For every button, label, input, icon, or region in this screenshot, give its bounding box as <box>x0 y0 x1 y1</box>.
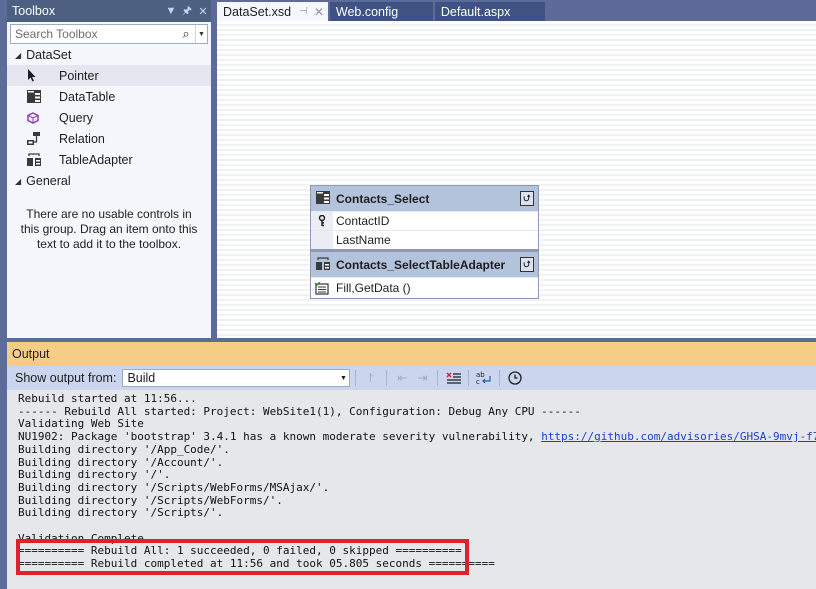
collapse-icon[interactable]: ⮍ <box>520 191 534 206</box>
toolbox-group-dataset[interactable]: ◢ DataSet <box>7 45 211 65</box>
pointer-icon <box>27 69 59 82</box>
toolbar-separator <box>468 370 470 386</box>
toolbox-search: ⌕ ▼ <box>10 24 208 44</box>
column-name: LastName <box>336 233 391 247</box>
toolbar-separator <box>499 370 501 386</box>
toolbar-separator <box>355 370 357 386</box>
empty-group-message: There are no usable controls in this gro… <box>20 207 198 251</box>
tableadapter-name: Contacts_SelectTableAdapter <box>336 257 506 272</box>
svg-text:c: c <box>476 378 480 385</box>
show-output-from-label: Show output from: <box>15 371 117 385</box>
group-label: DataSet <box>26 48 72 62</box>
toolbox-item-pointer[interactable]: Pointer <box>7 65 211 86</box>
output-title-bar: Output <box>7 342 816 366</box>
relation-icon <box>27 132 59 145</box>
column-row[interactable]: ContactID <box>311 211 538 230</box>
log-line: Building directory '/Scripts/'. <box>18 506 224 520</box>
search-options-dropdown-icon[interactable]: ▼ <box>195 25 207 43</box>
log-line: NU1902: Package 'bootstrap' 3.4.1 has a … <box>18 430 816 444</box>
close-tab-icon[interactable]: ✕ <box>314 5 324 19</box>
log-text: NU1902: Package 'bootstrap' 3.4.1 has a … <box>18 430 542 444</box>
pin-tab-icon[interactable]: ⊣ <box>299 6 308 17</box>
toolbox-title-bar: Toolbox ▼ 🖈︎ ✕ <box>7 0 211 22</box>
tab-web-config[interactable]: Web.config <box>329 2 433 21</box>
toolbox-item-datatable[interactable]: DataTable <box>7 86 211 107</box>
toolbox-item-tableadapter[interactable]: TableAdapter <box>7 149 211 170</box>
tableadapter-icon <box>316 256 330 273</box>
toolbox-title: Toolbox <box>12 4 56 18</box>
search-icon[interactable]: ⌕ <box>177 26 195 42</box>
datatable-icon <box>316 190 330 207</box>
toolbar-separator <box>437 370 439 386</box>
expanded-triangle-icon: ◢ <box>15 50 22 60</box>
tool-label: DataTable <box>59 89 116 104</box>
datatable-header[interactable]: Contacts_Select ⮍ <box>311 186 538 211</box>
tab-label: Default.aspx <box>440 4 511 19</box>
log-line: Building directory '/Scripts/WebForms/MS… <box>18 480 330 494</box>
column-row[interactable]: LastName <box>311 230 538 249</box>
clear-all-icon[interactable] <box>443 369 463 387</box>
log-line: Rebuild started at 11:56... <box>18 392 197 405</box>
window-position-dropdown-icon[interactable]: ▼ <box>163 5 179 17</box>
log-line: ​ <box>18 520 816 533</box>
output-panel: Output Show output from: Build ▼ ⨡ ⇤ ⇥ a… <box>7 342 816 589</box>
query-method-icon <box>311 278 333 298</box>
tool-label: TableAdapter <box>59 152 133 167</box>
close-icon[interactable]: ✕ <box>195 5 211 18</box>
method-name: Fill,GetData () <box>336 281 411 295</box>
tableadapter-header[interactable]: Contacts_SelectTableAdapter ⮍ <box>311 252 538 277</box>
toolbox-item-relation[interactable]: Relation <box>7 128 211 149</box>
tab-default-aspx[interactable]: Default.aspx <box>434 2 545 21</box>
query-icon <box>27 111 59 124</box>
find-message-in-code-icon[interactable]: ⨡ <box>361 369 381 387</box>
next-message-icon[interactable]: ⇥ <box>412 369 432 387</box>
toolbox-search-input[interactable] <box>11 27 177 41</box>
collapse-icon[interactable]: ⮍ <box>520 257 534 272</box>
pin-icon[interactable]: 🖈︎ <box>179 2 195 21</box>
tableadapter-icon <box>27 153 59 166</box>
timestamp-clock-icon[interactable] <box>505 369 525 387</box>
previous-message-icon[interactable]: ⇤ <box>392 369 412 387</box>
log-line: Building directory '/App_Code/'. <box>18 442 230 456</box>
tab-label: Web.config <box>335 4 399 19</box>
toolbar-separator <box>386 370 388 386</box>
document-tabs: DataSet.xsd ⊣ ✕ Web.config Default.aspx <box>217 2 547 21</box>
dataset-designer-canvas[interactable]: Contacts_Select ⮍ ContactID LastName Con… <box>217 21 816 338</box>
tool-label: Query <box>59 110 94 125</box>
word-wrap-icon[interactable]: ab c <box>474 369 494 387</box>
group-label: General <box>26 174 71 188</box>
method-row[interactable]: Fill,GetData () <box>311 277 538 298</box>
column-name: ContactID <box>336 214 390 228</box>
chevron-down-icon: ▼ <box>339 374 347 382</box>
output-source-select[interactable]: Build ▼ <box>122 369 351 387</box>
tab-label: DataSet.xsd <box>223 4 292 19</box>
output-title: Output <box>12 347 50 361</box>
primary-key-icon <box>311 212 333 230</box>
datatable-icon <box>27 90 59 103</box>
tool-label: Pointer <box>59 68 99 83</box>
advisory-link[interactable]: https://github.com/advisories/GHSA-9mvj-… <box>541 430 816 443</box>
datatable-shape[interactable]: Contacts_Select ⮍ ContactID LastName Con… <box>310 185 539 299</box>
tool-label: Relation <box>59 131 105 146</box>
toolbox-panel: Toolbox ▼ 🖈︎ ✕ ⌕ ▼ ◢ DataSet Pointer Dat… <box>7 0 211 338</box>
toolbox-item-query[interactable]: Query <box>7 107 211 128</box>
expanded-triangle-icon: ◢ <box>15 176 22 186</box>
toolbox-group-general[interactable]: ◢ General <box>7 171 211 191</box>
red-highlight-box <box>16 539 469 575</box>
output-toolbar: Show output from: Build ▼ ⨡ ⇤ ⇥ ab c <box>7 366 816 390</box>
tab-dataset-xsd[interactable]: DataSet.xsd ⊣ ✕ <box>217 2 328 21</box>
datatable-name: Contacts_Select <box>336 191 430 206</box>
output-source-value: Build <box>127 371 156 385</box>
